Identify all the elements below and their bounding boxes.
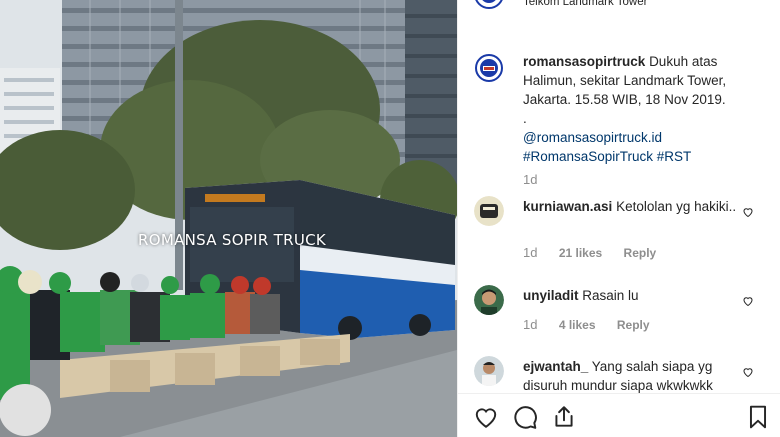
comment-avatar[interactable]: [474, 285, 504, 315]
comment-meta: 1d 21 likes Reply: [523, 245, 674, 260]
header-avatar[interactable]: [473, 0, 505, 10]
post-caption: romansasopirtruck Dukuh atas Halimun, se…: [523, 52, 768, 166]
comment-body: ejwantah_ Yang salah siapa yg disuruh mu…: [523, 357, 748, 395]
video-watermark: ROMANSA SOPIR TRUCK: [138, 231, 327, 249]
comment-reply-button[interactable]: Reply: [624, 246, 657, 260]
post-side-panel: Telkom Landmark Tower romansasopirtruck …: [457, 0, 780, 437]
caption-mention-link[interactable]: @romansasopirtruck.id: [523, 130, 662, 145]
comment-body: kurniawan.asi Ketololan yg hakiki..: [523, 197, 748, 216]
comment-bubble-icon[interactable]: [512, 404, 538, 430]
comment-timestamp[interactable]: 1d: [523, 317, 537, 332]
comment-avatar[interactable]: [474, 356, 504, 386]
comment-text: Ketololan yg hakiki..: [616, 199, 737, 214]
comment-likes-count[interactable]: 21 likes: [559, 246, 602, 260]
save-bookmark-icon[interactable]: [745, 404, 771, 430]
comment-username[interactable]: kurniawan.asi: [523, 199, 612, 214]
comment-like-heart-icon[interactable]: [742, 295, 754, 307]
like-heart-icon[interactable]: [473, 404, 499, 430]
post-action-bar: [458, 393, 780, 437]
comment-meta: 1d 4 likes Reply: [523, 317, 668, 332]
share-upload-icon[interactable]: [551, 404, 577, 430]
street-scene-image: [0, 0, 457, 437]
comment-like-heart-icon[interactable]: [742, 366, 754, 378]
caption-avatar[interactable]: [474, 53, 504, 83]
comment-reply-button[interactable]: Reply: [617, 318, 650, 332]
post-media[interactable]: ROMANSA SOPIR TRUCK: [0, 0, 457, 437]
comment-body: unyiladit Rasain lu: [523, 286, 748, 305]
comment-timestamp[interactable]: 1d: [523, 245, 537, 260]
post-location[interactable]: Telkom Landmark Tower: [523, 0, 647, 8]
caption-username[interactable]: romansasopirtruck: [523, 54, 645, 69]
caption-dot: .: [523, 111, 527, 126]
comment-text: Rasain lu: [582, 288, 639, 303]
caption-hashtags[interactable]: #RomansaSopirTruck #RST: [523, 149, 691, 164]
comment-likes-count[interactable]: 4 likes: [559, 318, 596, 332]
comment-like-heart-icon[interactable]: [742, 206, 754, 218]
comment-avatar[interactable]: [474, 196, 504, 226]
comment-username[interactable]: ejwantah_: [523, 359, 588, 374]
comment-username[interactable]: unyiladit: [523, 288, 579, 303]
caption-timestamp[interactable]: 1d: [523, 172, 537, 187]
